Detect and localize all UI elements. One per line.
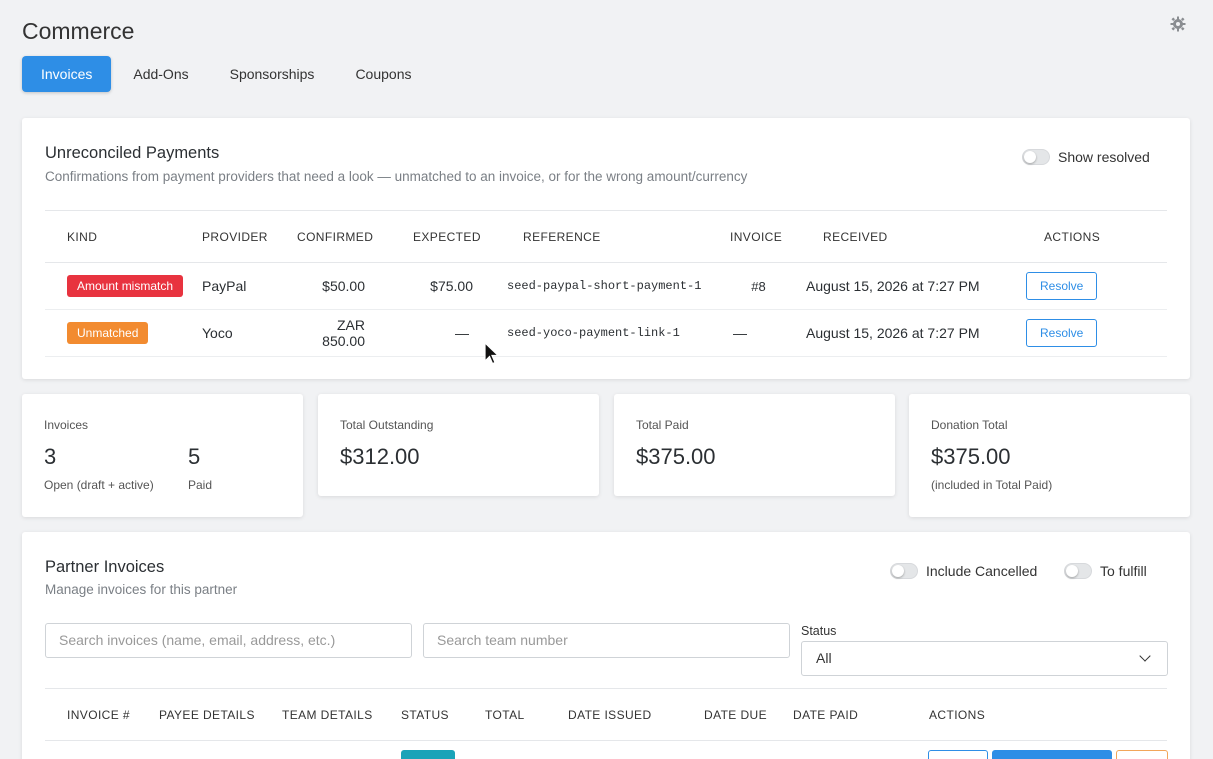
confirmed-cell: $50.00 [297,262,387,310]
column-header: INVOICE [713,210,804,263]
reference-cell: seed-yoco-payment-link-1 [495,309,713,357]
open-label: Open (draft + active) [44,478,154,492]
stat-label: Invoices [44,418,89,432]
gear-icon[interactable] [1170,16,1186,32]
tab-invoices[interactable]: Invoices [22,56,112,92]
view-button[interactable] [928,750,988,759]
unreconciled-table: KIND PROVIDER CONFIRMED EXPECTED REFEREN… [45,210,1167,357]
show-resolved-toggle[interactable]: Show resolved [1022,149,1150,165]
received-cell: August 15, 2026 at 7:27 PM [804,309,1018,357]
donation-note: (included in Total Paid) [931,478,1053,492]
column-header: PAYEE DETAILS [159,688,282,741]
donation-stat-card: Donation Total $375.00 (included in Tota… [909,394,1190,517]
include-cancelled-switch[interactable] [890,563,918,579]
invoice-link[interactable]: #8 [713,262,804,310]
show-resolved-label: Show resolved [1058,149,1150,165]
column-header: ACTIONS [1018,210,1167,263]
tab-add-ons[interactable]: Add-Ons [114,56,207,92]
column-header: INVOICE # [45,688,159,741]
column-header: DATE PAID [793,688,929,741]
partner-subtitle: Manage invoices for this partner [45,582,238,597]
chevron-down-icon [1139,650,1151,662]
to-fulfill-toggle[interactable]: To fulfill [1064,563,1147,579]
include-cancelled-label: Include Cancelled [926,563,1038,579]
column-header: PROVIDER [202,210,297,263]
stat-label: Donation Total [931,418,1008,432]
resolve-button[interactable]: Resolve [1026,272,1098,300]
include-cancelled-toggle[interactable]: Include Cancelled [890,563,1037,579]
column-header: ACTIONS [929,688,1167,741]
provider-cell: PayPal [202,262,297,310]
open-count: 3 [44,444,57,469]
secondary-action-button[interactable] [1116,750,1168,759]
status-select[interactable]: All [801,641,1168,676]
table-row: Unmatched Yoco ZAR 850.00 — seed-yoco-pa… [45,309,1167,357]
column-header: DATE DUE [704,688,793,741]
kind-badge: Unmatched [67,322,149,344]
unreconciled-subtitle: Confirmations from payment providers tha… [45,169,748,184]
paid-value: $375.00 [636,444,716,469]
unreconciled-title: Unreconciled Payments [45,144,220,162]
tab-coupons[interactable]: Coupons [336,56,430,92]
invoices-stat-card: Invoices 3 Open (draft + active) 5 Paid [22,394,303,517]
kind-badge: Amount mismatch [67,275,184,297]
column-header: KIND [45,210,202,263]
invoice-cell: — [713,309,804,357]
table-row: Amount mismatch PayPal $50.00 $75.00 see… [45,262,1167,310]
column-header: STATUS [401,688,485,741]
paid-label: Paid [188,478,213,492]
partner-title: Partner Invoices [45,558,165,576]
cursor-svg [484,341,500,365]
tab-sponsorships[interactable]: Sponsorships [211,56,334,92]
column-header: EXPECTED [387,210,495,263]
stat-label: Total Paid [636,418,689,432]
status-label: Status [801,624,837,638]
expected-cell: — [387,309,495,357]
page-title: Commerce [22,18,135,44]
column-header: CONFIRMED [297,210,387,263]
tab-bar: Invoices Add-Ons Sponsorships Coupons [22,56,433,92]
column-header: TOTAL [485,688,568,741]
paid-count: 5 [188,444,201,469]
donation-value: $375.00 [931,444,1011,469]
column-header: DATE ISSUED [568,688,704,741]
paid-stat-card: Total Paid $375.00 [614,394,895,496]
show-resolved-switch[interactable] [1022,149,1050,165]
search-input[interactable]: Search invoices (name, email, address, e… [45,623,412,658]
table-header-row: INVOICE # PAYEE DETAILS TEAM DETAILS STA… [45,688,1167,741]
table-header-row: KIND PROVIDER CONFIRMED EXPECTED REFEREN… [45,210,1167,263]
expected-cell: $75.00 [387,262,495,310]
gear-icon-svg [1170,16,1186,32]
unreconciled-payments-card: Unreconciled Payments Confirmations from… [22,118,1190,379]
outstanding-stat-card: Total Outstanding $312.00 [318,394,599,496]
partner-invoices-table: INVOICE # PAYEE DETAILS TEAM DETAILS STA… [45,688,1167,741]
outstanding-value: $312.00 [340,444,420,469]
to-fulfill-label: To fulfill [1100,563,1147,579]
confirmed-cell: ZAR 850.00 [297,309,387,357]
partner-invoices-card: Partner Invoices Manage invoices for thi… [22,532,1190,759]
column-header: RECEIVED [804,210,1018,263]
primary-action-button[interactable] [992,750,1112,759]
provider-cell: Yoco [202,309,297,357]
status-badge [401,750,455,759]
column-header: REFERENCE [495,210,713,263]
to-fulfill-switch[interactable] [1064,563,1092,579]
status-select-value: All [816,650,832,666]
reference-cell: seed-paypal-short-payment-1 [495,262,713,310]
resolve-button[interactable]: Resolve [1026,319,1098,347]
team-search-input[interactable]: Search team number [423,623,790,658]
column-header: TEAM DETAILS [282,688,401,741]
stat-label: Total Outstanding [340,418,434,432]
received-cell: August 15, 2026 at 7:27 PM [804,262,1018,310]
